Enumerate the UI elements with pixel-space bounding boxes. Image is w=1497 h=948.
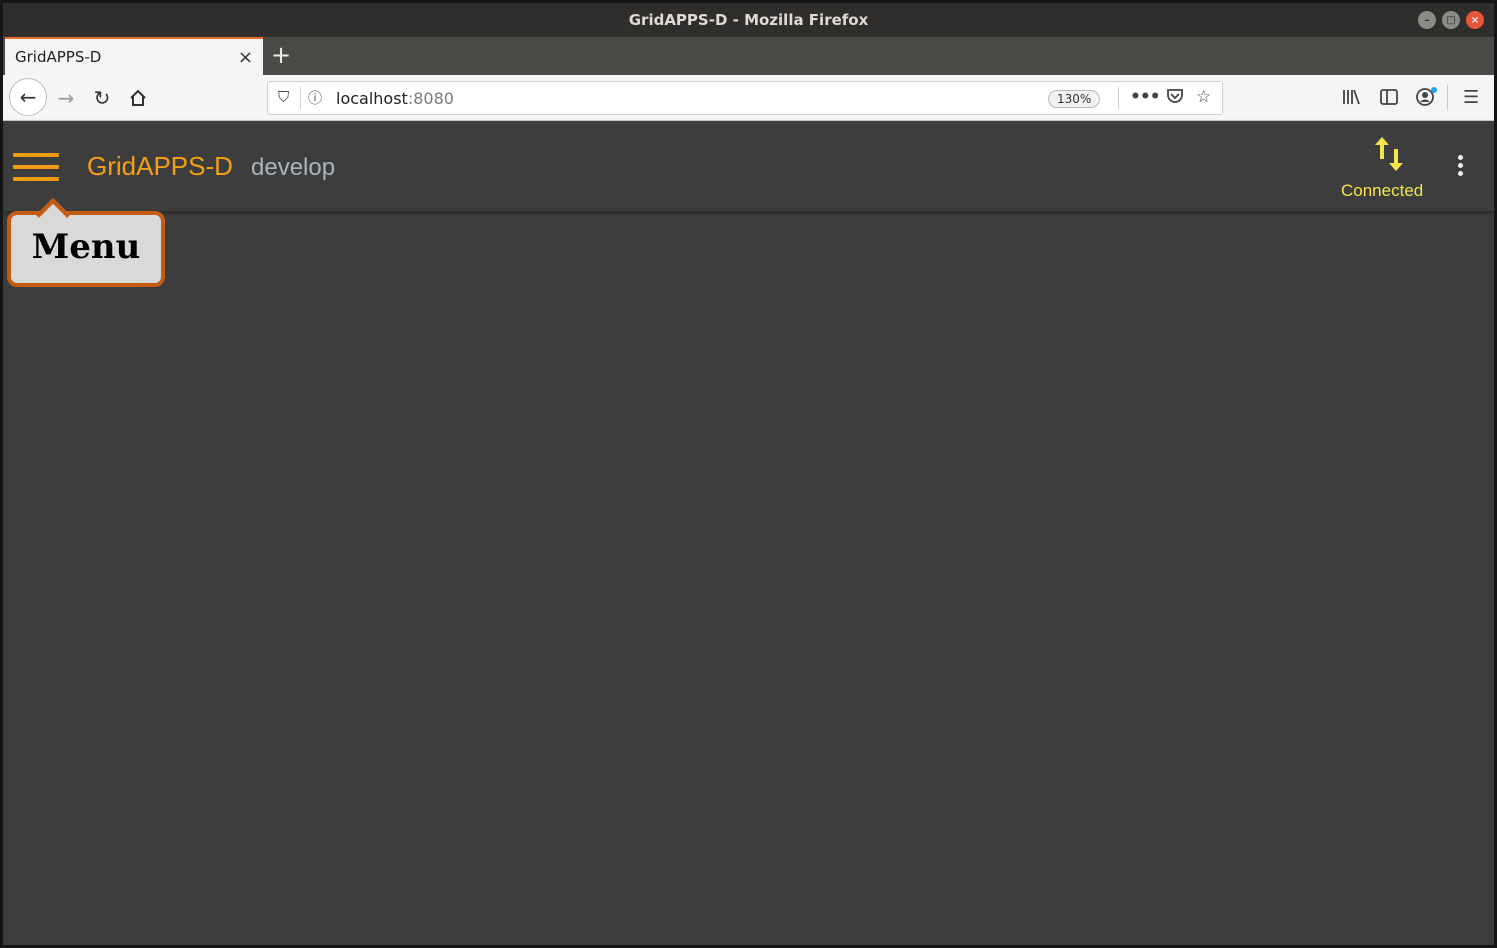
url-divider-2 xyxy=(1118,87,1119,109)
navigation-bar: ← → ↻ ⛉ ⓘ localhost:8080 130% ••• ☆ ☰ xyxy=(3,75,1494,121)
pocket-icon[interactable] xyxy=(1166,87,1184,110)
new-tab-button[interactable]: + xyxy=(271,41,291,69)
toolbar-divider xyxy=(1447,85,1448,111)
window-titlebar: GridAPPS-D - Mozilla Firefox – □ × xyxy=(3,3,1494,37)
forward-button[interactable]: → xyxy=(49,81,83,115)
swap-vertical-icon xyxy=(1375,137,1403,171)
home-icon xyxy=(130,89,146,106)
minimize-button[interactable]: – xyxy=(1418,11,1436,29)
library-icon[interactable] xyxy=(1341,87,1361,112)
sidebar-toggle-icon[interactable] xyxy=(1379,87,1399,112)
app-title: GridAPPS-D xyxy=(87,151,233,181)
reload-button[interactable]: ↻ xyxy=(85,81,119,115)
window-controls: – □ × xyxy=(1418,11,1484,29)
more-options-icon[interactable] xyxy=(1458,155,1466,179)
arrow-left-icon: ← xyxy=(19,85,37,109)
bookmark-star-icon[interactable]: ☆ xyxy=(1196,87,1211,107)
reload-icon: ↻ xyxy=(93,86,111,110)
url-text[interactable]: localhost:8080 xyxy=(336,89,454,108)
home-button[interactable] xyxy=(121,81,155,115)
arrow-right-icon: → xyxy=(57,86,75,110)
url-divider xyxy=(300,87,301,109)
tracking-shield-icon[interactable]: ⛉ xyxy=(278,88,289,106)
app-header: GridAPPS-D develop Connected xyxy=(3,121,1494,211)
close-window-button[interactable]: × xyxy=(1466,11,1484,29)
url-port: :8080 xyxy=(407,89,454,108)
tab-gridapps-d[interactable]: GridAPPS-D × xyxy=(5,37,263,75)
account-notification-dot xyxy=(1431,87,1437,93)
zoom-level-badge[interactable]: 130% xyxy=(1048,90,1101,108)
tab-label: GridAPPS-D xyxy=(15,48,102,66)
connection-status-label: Connected xyxy=(1341,181,1424,200)
site-info-icon[interactable]: ⓘ xyxy=(308,88,322,108)
app-version-label: develop xyxy=(251,154,336,181)
url-host: localhost xyxy=(336,89,408,108)
browser-menu-icon[interactable]: ☰ xyxy=(1463,87,1479,108)
menu-hamburger-icon[interactable] xyxy=(13,153,59,185)
tab-strip: GridAPPS-D × + xyxy=(3,37,1494,75)
maximize-button[interactable]: □ xyxy=(1442,11,1460,29)
app-content xyxy=(3,211,1494,945)
browser-window: GridAPPS-D - Mozilla Firefox – □ × GridA… xyxy=(0,0,1497,948)
tab-close-icon[interactable]: × xyxy=(238,47,253,68)
url-bar[interactable]: ⛉ ⓘ localhost:8080 130% ••• ☆ xyxy=(267,81,1223,115)
back-button[interactable]: ← xyxy=(9,78,47,116)
callout-label: Menu xyxy=(31,227,141,267)
window-title: GridAPPS-D - Mozilla Firefox xyxy=(628,11,869,29)
connection-status[interactable]: Connected xyxy=(1333,135,1443,205)
menu-callout: Menu xyxy=(7,198,165,287)
page-actions-more-icon[interactable]: ••• xyxy=(1130,87,1161,107)
